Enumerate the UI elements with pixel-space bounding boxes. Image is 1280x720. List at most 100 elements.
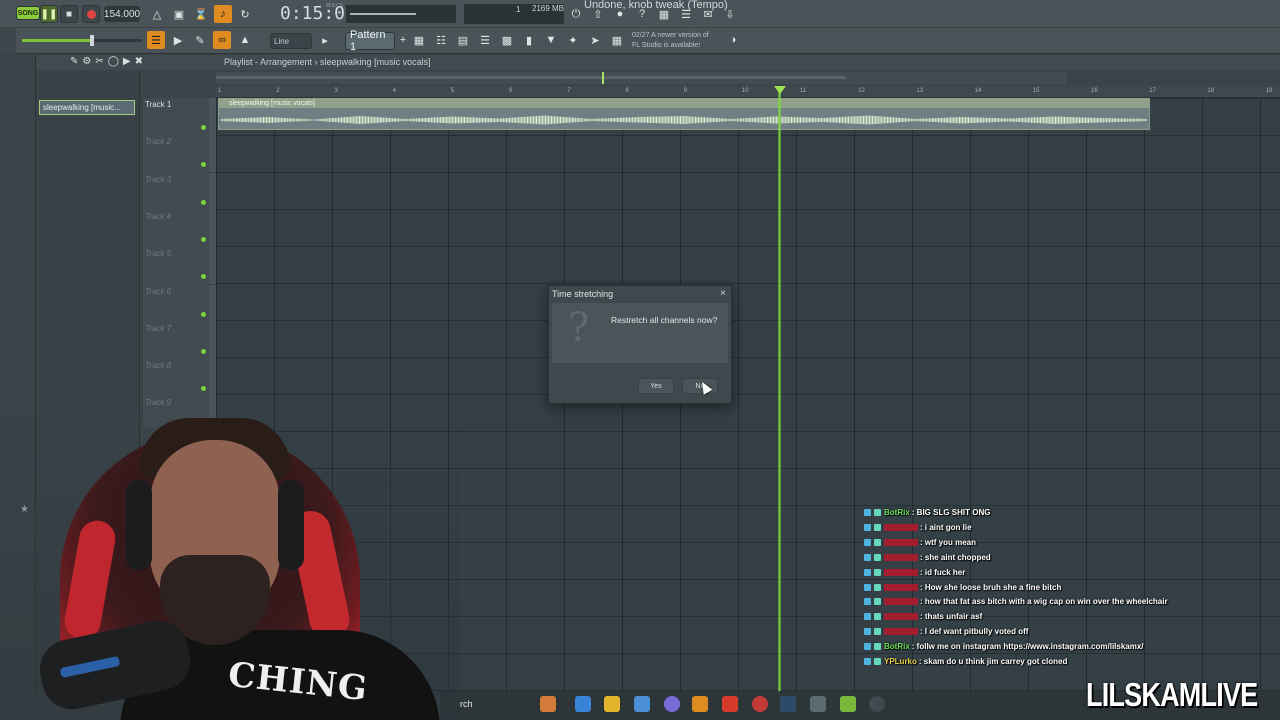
app-icon-4[interactable] xyxy=(869,696,885,712)
track-name[interactable]: Track 4 xyxy=(145,212,171,221)
app-icon-1[interactable] xyxy=(540,696,556,712)
upload-icon[interactable]: ⇧ xyxy=(589,5,607,23)
track-resize-handle[interactable] xyxy=(209,172,216,210)
playhead-line xyxy=(778,88,781,695)
oscilloscope xyxy=(346,5,456,23)
channel-rack-icon[interactable]: ☷ xyxy=(432,31,450,49)
track-name[interactable]: Track 2 xyxy=(145,137,171,146)
power-icon[interactable]: ⏻ xyxy=(567,5,585,23)
yes-button[interactable]: Yes xyxy=(638,378,674,394)
ruler-number: 1 xyxy=(218,88,222,94)
mic-icon[interactable]: ● xyxy=(611,5,629,23)
chat-username xyxy=(884,628,918,636)
record-button[interactable] xyxy=(82,5,100,23)
chat-text: : I def want pitbully voted off xyxy=(920,627,1029,637)
discord-icon[interactable] xyxy=(664,696,680,712)
app-icon-3[interactable] xyxy=(840,696,856,712)
audio-clip[interactable]: sleepwalking [music vocals] xyxy=(218,98,1150,130)
clip-picker-item[interactable]: sleepwalking [music... xyxy=(39,100,135,115)
update-notice[interactable]: 02/27 A newer version of FL Studio is av… xyxy=(632,31,709,51)
track-resize-handle[interactable] xyxy=(209,284,216,322)
mixer-icon[interactable]: ☰ xyxy=(677,5,695,23)
pause-button[interactable]: ❚❚ xyxy=(40,5,58,23)
ruler-number: 2 xyxy=(276,88,280,94)
fl-studio-window: SONG ❚❚ ■ 154.000 △ ▣ ⌛ ♪ ↻ 0:15:06 M:S:… xyxy=(0,0,1280,720)
chat-badge-icon xyxy=(864,523,871,531)
download-icon[interactable]: ⇩ xyxy=(721,5,739,23)
pattern-select[interactable]: Pattern 1 xyxy=(345,29,395,53)
blend-notes-icon[interactable]: ♪ xyxy=(214,5,232,23)
plugin-picker-icon[interactable]: ▩ xyxy=(498,31,516,49)
horizontal-scrollbar[interactable] xyxy=(216,72,1066,84)
fl-studio-icon[interactable] xyxy=(692,696,708,712)
track-name[interactable]: Track 8 xyxy=(145,361,171,370)
obs-icon[interactable] xyxy=(752,696,768,712)
arrow-diag-icon[interactable]: ➤ xyxy=(586,31,604,49)
pencil-icon[interactable]: ✎ xyxy=(191,31,209,49)
countdown-icon[interactable]: ⌛ xyxy=(192,5,210,23)
master-volume-slider[interactable] xyxy=(22,35,142,46)
chat-text: : skam do u think jim carrey got cloned xyxy=(918,657,1068,666)
playlist-icon[interactable]: ☰ xyxy=(147,31,165,49)
chat-message: BotRix: BIG SLG SHIT ONG xyxy=(864,505,990,520)
playhead-marker[interactable] xyxy=(774,86,786,94)
browser-icon[interactable]: ▮ xyxy=(520,31,538,49)
track-name[interactable]: Track 1 xyxy=(145,100,171,109)
chat-icon[interactable]: ✉ xyxy=(699,5,717,23)
track-resize-handle[interactable] xyxy=(209,209,216,247)
update-notice-line1: 02/27 A newer version of xyxy=(632,32,709,39)
chat-message: : wtf you mean xyxy=(864,535,976,550)
help-icon[interactable]: ? xyxy=(633,5,651,23)
stop-icon: ■ xyxy=(65,8,73,20)
link-icon[interactable]: ∞ xyxy=(213,31,231,49)
store-icon[interactable] xyxy=(634,696,650,712)
file-explorer-icon[interactable] xyxy=(604,696,620,712)
track-name[interactable]: Track 7 xyxy=(145,324,171,333)
track-mute-led[interactable] xyxy=(201,348,206,354)
arrow-right-icon[interactable]: ▸ xyxy=(316,31,334,49)
track-name[interactable]: Track 5 xyxy=(145,249,171,258)
brave-icon[interactable] xyxy=(722,696,738,712)
tempo-display[interactable]: 154.000 xyxy=(104,6,140,22)
track-mute-led[interactable] xyxy=(201,236,206,242)
stop-button[interactable]: ■ xyxy=(60,5,78,23)
mixer-window-icon[interactable]: ☰ xyxy=(476,31,494,49)
track-resize-handle[interactable] xyxy=(209,98,216,135)
dialog-close-button[interactable]: × xyxy=(720,288,726,299)
loop-record-icon[interactable]: ↻ xyxy=(236,5,254,23)
track-name[interactable]: Track 6 xyxy=(145,287,171,296)
step-forward-icon[interactable]: ▶ xyxy=(169,31,187,49)
ruler-number: 18 xyxy=(1207,88,1215,94)
piano-roll-icon[interactable]: ▤ xyxy=(454,31,472,49)
copilot-icon[interactable] xyxy=(575,696,591,712)
time-unit-label: M:S:CS xyxy=(326,3,344,9)
track-resize-handle[interactable] xyxy=(209,135,216,173)
steam-icon[interactable] xyxy=(780,696,796,712)
app-icon-2[interactable] xyxy=(810,696,826,712)
ruler-number: 14 xyxy=(974,88,982,94)
tuner-icon[interactable]: ✦ xyxy=(564,31,582,49)
audio-clip-title: sleepwalking [music vocals] xyxy=(219,99,1149,108)
playlist-tool-icons[interactable]: ✎⚙✂◯▶✖ xyxy=(70,56,147,67)
snap-select[interactable]: Line xyxy=(270,33,312,49)
song-position-marker[interactable] xyxy=(602,72,604,84)
grid-icon[interactable]: ▦ xyxy=(608,31,626,49)
globe-icon[interactable]: ◑ xyxy=(724,31,742,49)
taskbar-search[interactable]: rch xyxy=(460,699,473,709)
plug-icon[interactable]: ▼ xyxy=(542,31,560,49)
track-resize-handle[interactable] xyxy=(209,359,216,397)
save-icon[interactable]: ▦ xyxy=(655,5,673,23)
track-resize-handle[interactable] xyxy=(209,321,216,359)
track-resize-handle[interactable] xyxy=(209,247,216,285)
chat-message: : thats unfair asf xyxy=(864,609,982,624)
track-mute-led[interactable] xyxy=(201,125,206,130)
track-name[interactable]: Track 3 xyxy=(145,175,171,184)
stamp-icon[interactable]: ▲ xyxy=(236,31,254,49)
song-mode-button[interactable]: SONG xyxy=(16,6,40,20)
ruler-number: 19 xyxy=(1265,88,1273,94)
wait-input-icon[interactable]: ▣ xyxy=(170,5,188,23)
playlist-window-icon[interactable]: ▦ xyxy=(410,31,428,49)
track-mute-led[interactable] xyxy=(201,199,206,205)
metronome-icon[interactable]: △ xyxy=(148,5,166,23)
track-mute-led[interactable] xyxy=(201,311,206,317)
